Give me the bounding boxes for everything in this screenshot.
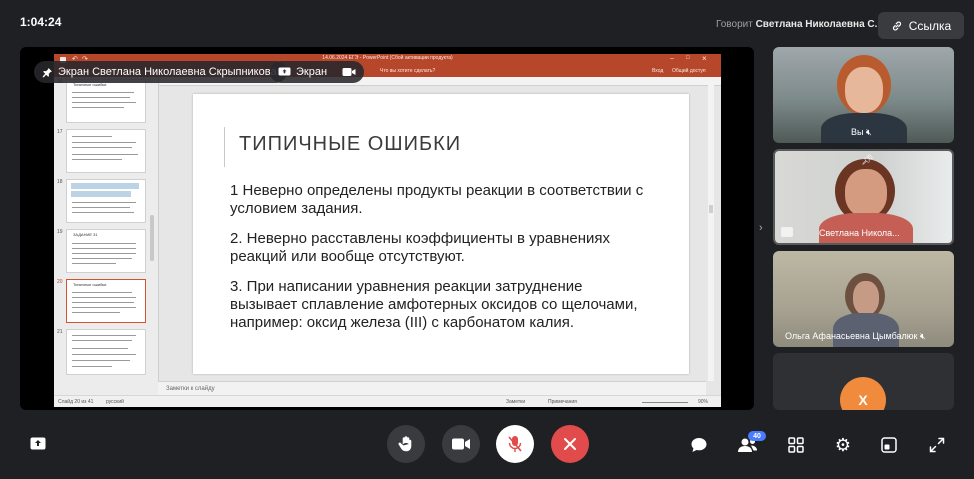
gear-icon: ⚙ <box>834 435 852 455</box>
raise-hand-button[interactable] <box>387 425 425 463</box>
hand-icon <box>397 435 415 453</box>
chevron-right-icon[interactable]: › <box>759 222 763 234</box>
active-speaker: Говорит Светлана Николаевна С. <box>716 19 877 30</box>
ppt-sign-in: Вход <box>652 68 664 74</box>
slide-bullet: 1 Неверно определены продукты реакции в … <box>230 182 644 217</box>
slide-scrollbar <box>708 85 714 381</box>
status-slide-number: Слайд 20 из 41 <box>58 399 94 405</box>
powerpoint-window: ↶ ↷ 14.06.2024 ЕГЭ - PowerPoint (Сбой ак… <box>54 54 721 407</box>
microphone-button[interactable] <box>496 425 534 463</box>
camera-button[interactable] <box>442 425 480 463</box>
screen-toggle-pill[interactable]: Экран <box>270 61 365 83</box>
camera-icon <box>451 437 471 451</box>
slide-thumbnail: 16 Типичные ошибки <box>57 79 146 123</box>
screen-share-icon <box>781 227 793 237</box>
status-comments: Примечания <box>548 399 577 405</box>
participant-name-row: Ольга Афанасьевна Цымбалюк 🔇︎ <box>785 331 926 342</box>
thumbnail-title: Типичные ошибки <box>73 282 107 287</box>
screen-owner-pill: Экран Светлана Николаевна Скрыпникова <box>34 61 287 83</box>
status-zoom: 90% <box>698 399 709 405</box>
mic-off-icon <box>507 435 523 453</box>
slide-thumbnail: 21 <box>57 329 146 375</box>
slide-thumbnails-pane: 16 Типичные ошибки 17 18 19 ЗАДАНИЕ 31 2… <box>54 77 159 395</box>
notes-placeholder: Заметки к слайду <box>166 386 215 392</box>
avatar-initial: Х <box>858 392 868 408</box>
thumbnail-number: 17 <box>57 129 63 135</box>
slide-bullet: 3. При написании уравнения реакции затру… <box>230 278 638 331</box>
slide-title-accent <box>224 127 225 167</box>
end-call-button[interactable] <box>551 425 589 463</box>
fullscreen-button[interactable] <box>928 436 946 454</box>
link-icon <box>891 20 903 32</box>
thumbnail-number: 18 <box>57 179 63 185</box>
screen-share-icon <box>278 67 291 78</box>
thumbnail-title: ЗАДАНИЕ 31 <box>73 232 98 237</box>
participant-tile-self[interactable]: Вы 🔇︎ <box>773 47 954 143</box>
speaking-prefix: Говорит <box>716 19 753 30</box>
camera-icon <box>342 67 356 77</box>
ppt-maximize-icon: □ <box>686 55 690 61</box>
pin-icon: 📌︎ <box>861 155 874 166</box>
participant-name: Светлана Никола... <box>819 228 900 238</box>
status-notes: Заметки <box>506 399 526 405</box>
slide-notes: Заметки к слайду <box>158 381 706 396</box>
mic-off-icon: 🔇︎ <box>920 331 926 341</box>
participant-tile-speaker[interactable]: 📌︎ Светлана Никола... <box>773 149 954 245</box>
call-timer: 1:04:24 <box>20 15 62 29</box>
slide-title: ТИПИЧНЫЕ ОШИБКИ <box>239 133 462 155</box>
screen-toggle-label: Экран <box>296 66 328 78</box>
close-icon <box>563 437 577 451</box>
speaking-name: Светлана Николаевна С. <box>755 19 878 30</box>
avatar: Х <box>840 377 886 410</box>
pin-icon <box>42 67 53 78</box>
thumbnails-scrollbar <box>150 215 154 261</box>
layout-button[interactable] <box>880 436 898 454</box>
thumbnail-number: 20 <box>57 279 63 285</box>
grid-view-button[interactable] <box>787 436 805 454</box>
slide-bullet: 2. Неверно расставлены коэффициенты в ур… <box>230 230 611 265</box>
ppt-tell-me: Что вы хотите сделать? <box>380 68 436 74</box>
thumbnail-number: 21 <box>57 329 63 335</box>
participant-name: Ольга Афанасьевна Цымбалюк <box>785 331 918 341</box>
ppt-status-bar: Слайд 20 из 41 русский Заметки Примечани… <box>54 395 721 407</box>
link-button-label: Ссылка <box>908 18 952 33</box>
participant-name: Вы <box>851 127 864 137</box>
view-buttons <box>602 398 632 405</box>
slide-thumbnail: 18 <box>57 179 146 223</box>
mic-off-icon: 🔇︎ <box>866 127 872 137</box>
status-language: русский <box>106 399 124 405</box>
participant-name-row: Вы 🔇︎ <box>851 127 872 138</box>
share-screen-button[interactable] <box>28 436 48 452</box>
screen-owner-label: Экран Светлана Николаевна Скрыпникова <box>58 66 277 78</box>
slide-thumbnail: 17 <box>57 129 146 173</box>
screen-share-stage[interactable]: ↶ ↷ 14.06.2024 ЕГЭ - PowerPoint (Сбой ак… <box>20 47 754 410</box>
chat-button[interactable] <box>689 436 709 454</box>
ppt-share: Общий доступ <box>672 68 706 74</box>
participant-tile[interactable]: Х <box>773 353 954 410</box>
slide-thumbnail-selected: 20 Типичные ошибки <box>57 279 146 323</box>
ppt-close-icon: × <box>702 54 707 63</box>
settings-button[interactable]: ⚙ <box>833 435 853 455</box>
participant-tile[interactable]: Ольга Афанасьевна Цымбалюк 🔇︎ <box>773 251 954 347</box>
zoom-slider <box>642 402 688 403</box>
slide-thumbnail: 19 ЗАДАНИЕ 31 <box>57 229 146 273</box>
participants-count-badge: 40 <box>748 431 766 441</box>
thumbnail-number: 19 <box>57 229 63 235</box>
copy-link-button[interactable]: Ссылка <box>878 12 964 39</box>
ppt-minimize-icon: – <box>670 55 674 62</box>
